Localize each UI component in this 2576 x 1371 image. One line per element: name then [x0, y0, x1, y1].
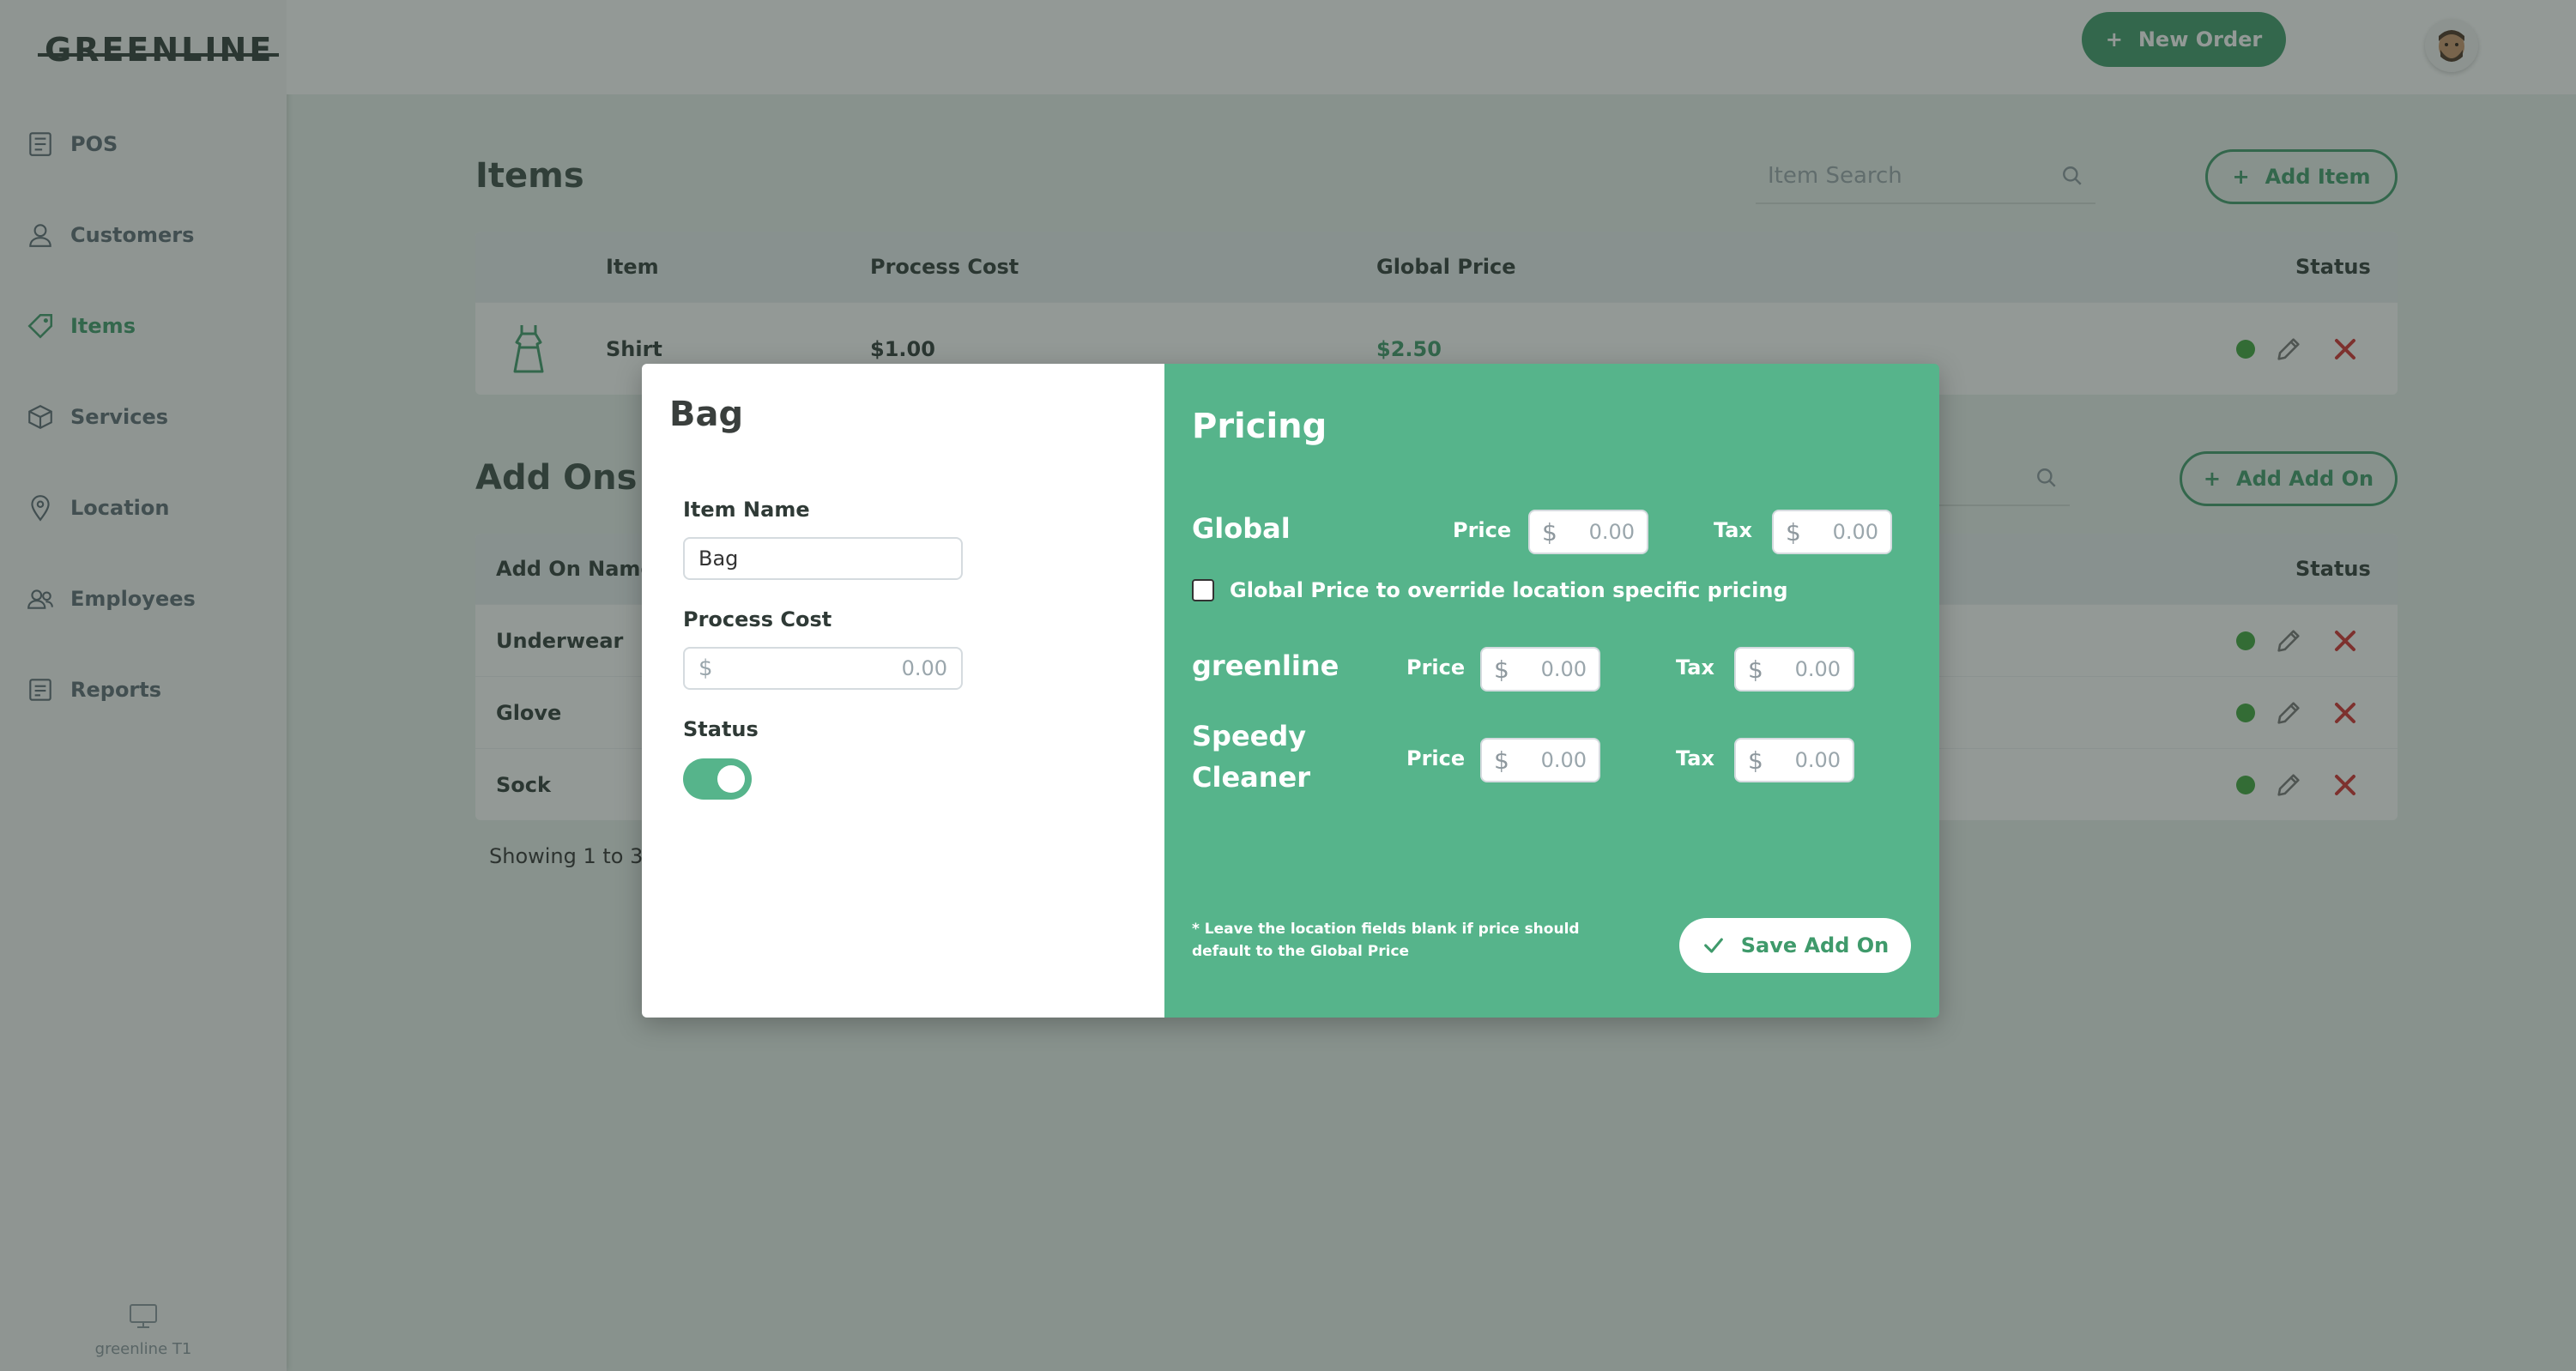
currency-symbol: $ — [1494, 746, 1509, 775]
override-label: Global Price to override location specif… — [1230, 578, 1788, 602]
check-icon — [1703, 938, 1723, 953]
currency-symbol: $ — [1748, 655, 1763, 684]
status-toggle[interactable] — [683, 758, 752, 800]
tax-label: Tax — [1714, 518, 1752, 542]
override-checkbox[interactable] — [1192, 579, 1214, 601]
toggle-knob — [717, 765, 745, 793]
price-label: Price — [1453, 518, 1512, 542]
currency-symbol: $ — [1748, 746, 1763, 775]
status-label: Status — [683, 717, 759, 741]
tax-label: Tax — [1676, 655, 1714, 679]
currency-symbol: $ — [1542, 517, 1557, 547]
pricing-note: * Leave the location fields blank if pri… — [1192, 921, 1580, 960]
greenline-price-field[interactable]: $ 0.00 — [1480, 647, 1600, 692]
location-label-speedy-cleaner: Speedy Cleaner — [1192, 720, 1311, 794]
override-option[interactable]: Global Price to override location specif… — [1192, 578, 1788, 602]
process-cost-field[interactable]: $ 0.00 — [683, 647, 963, 690]
pricing-title: Pricing — [1192, 407, 1327, 446]
global-tax-field[interactable]: $ 0.00 — [1772, 510, 1892, 554]
tax-label: Tax — [1676, 746, 1714, 770]
price-label: Price — [1406, 655, 1466, 679]
greenline-tax-field[interactable]: $ 0.00 — [1734, 647, 1854, 692]
speedy-cleaner-tax-field[interactable]: $ 0.00 — [1734, 738, 1854, 782]
global-price-field[interactable]: $ 0.00 — [1528, 510, 1648, 554]
currency-symbol: $ — [698, 655, 713, 681]
item-name-field[interactable]: Bag — [683, 537, 963, 580]
item-name-label: Item Name — [683, 498, 810, 522]
speedy-cleaner-price-field[interactable]: $ 0.00 — [1480, 738, 1600, 782]
modal-details-panel: Bag Item Name Bag Process Cost $ 0.00 St… — [642, 364, 1164, 1018]
location-label-greenline: greenline — [1192, 649, 1339, 682]
global-label: Global — [1192, 512, 1291, 545]
modal-title: Bag — [669, 395, 744, 434]
edit-addon-modal: Bag Item Name Bag Process Cost $ 0.00 St… — [642, 364, 1939, 1018]
currency-symbol: $ — [1786, 517, 1801, 547]
save-addon-button[interactable]: Save Add On — [1679, 918, 1911, 973]
price-label: Price — [1406, 746, 1466, 770]
pricing-panel: Pricing Global Price $ 0.00 Tax $ 0.00 G… — [1164, 364, 1939, 1018]
currency-symbol: $ — [1494, 655, 1509, 684]
process-cost-label: Process Cost — [683, 607, 832, 631]
